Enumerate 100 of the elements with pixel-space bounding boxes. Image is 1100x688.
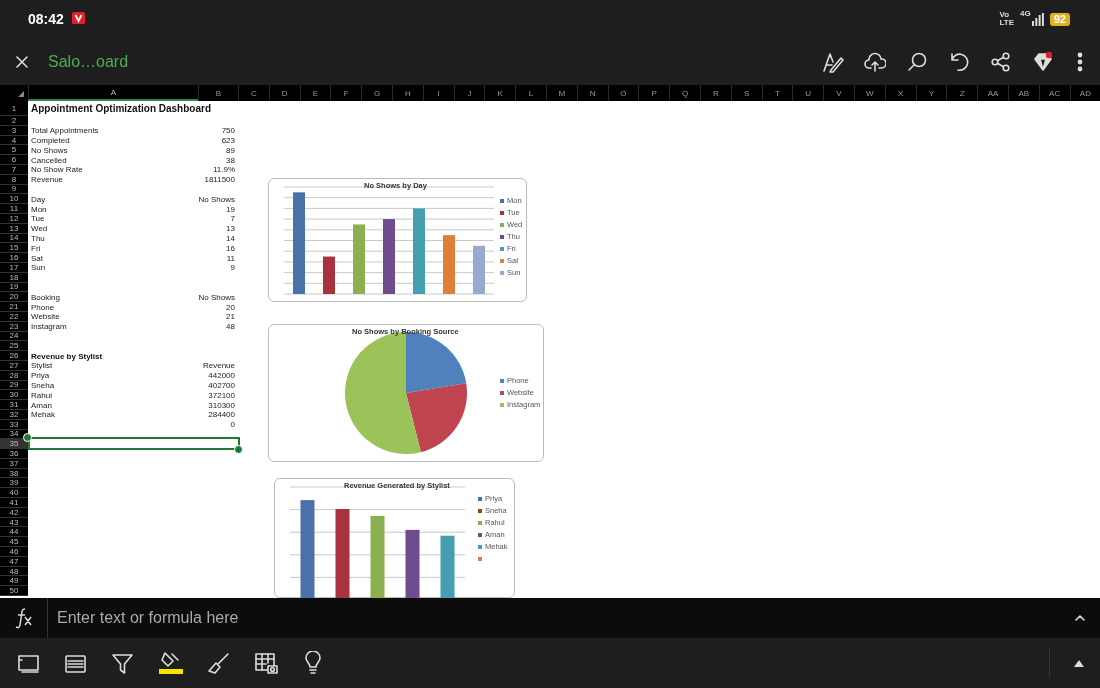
column-header[interactable]: R <box>699 85 731 101</box>
column-header[interactable]: AC <box>1038 85 1070 101</box>
row-header[interactable]: 2 <box>0 116 28 126</box>
column-header[interactable]: P <box>638 85 670 101</box>
cell-selection[interactable] <box>28 437 240 451</box>
table-cell: Phone <box>31 302 55 312</box>
column-header[interactable]: D <box>268 85 300 101</box>
table-cell: 14 <box>226 233 235 243</box>
row-header[interactable]: 37 <box>0 458 28 469</box>
row-header[interactable]: 23 <box>0 321 28 332</box>
column-header[interactable]: L <box>515 85 546 101</box>
row-header[interactable]: 26 <box>0 351 28 361</box>
column-header[interactable]: U <box>792 85 824 101</box>
column-header[interactable]: B <box>198 85 238 101</box>
row-header[interactable]: 49 <box>0 576 28 587</box>
column-header[interactable]: V <box>823 85 854 101</box>
row-header[interactable]: 18 <box>0 272 28 283</box>
row-header[interactable]: 22 <box>0 311 28 322</box>
column-header[interactable]: AA <box>977 85 1008 101</box>
column-header[interactable]: Z <box>946 85 978 101</box>
column-header[interactable]: F <box>330 85 362 101</box>
row-header[interactable]: 7 <box>0 165 28 175</box>
column-header[interactable]: A <box>28 85 198 101</box>
column-header[interactable]: W <box>853 85 885 101</box>
table-cell: 750 <box>221 126 235 136</box>
row-header[interactable]: 45 <box>0 537 28 548</box>
row-header[interactable]: 17 <box>0 262 28 273</box>
diamond-icon[interactable] <box>1032 50 1054 73</box>
pen-icon[interactable] <box>822 50 844 73</box>
row-header[interactable]: 30 <box>0 390 28 401</box>
column-header[interactable]: K <box>484 85 516 101</box>
row-header[interactable]: 44 <box>0 527 28 538</box>
row-header[interactable]: 50 <box>0 586 28 597</box>
select-all-icon[interactable] <box>18 91 24 97</box>
table-cell: Sat <box>31 253 43 263</box>
fill-color-icon[interactable] <box>158 651 183 675</box>
column-header[interactable]: N <box>576 85 608 101</box>
chart-bar <box>473 245 485 294</box>
row-header[interactable]: 39 <box>0 478 28 489</box>
row-header[interactable]: 6 <box>0 155 28 165</box>
column-header[interactable]: C <box>238 85 269 101</box>
column-header[interactable]: T <box>761 85 793 101</box>
row-header[interactable]: 41 <box>0 498 28 508</box>
expand-up-icon[interactable] <box>1074 659 1084 667</box>
column-header[interactable]: Q <box>669 85 700 101</box>
row-header[interactable]: 8 <box>0 174 28 185</box>
lightbulb-icon[interactable] <box>302 651 324 675</box>
column-header[interactable]: H <box>392 85 423 101</box>
table-cell: Instagram <box>31 322 67 332</box>
table-camera-icon[interactable] <box>254 651 278 675</box>
undo-icon[interactable] <box>948 50 970 73</box>
row-header[interactable]: 42 <box>0 507 28 518</box>
column-header[interactable]: AD <box>1069 85 1100 101</box>
row-header[interactable]: 12 <box>0 213 28 224</box>
row-header[interactable]: 3 <box>0 125 28 136</box>
column-header[interactable]: J <box>453 85 485 101</box>
table-cell: 13 <box>226 224 235 234</box>
column-header[interactable]: E <box>299 85 331 101</box>
cloud-upload-icon[interactable] <box>864 50 886 73</box>
row-header[interactable]: 10 <box>0 194 28 205</box>
row-header[interactable]: 16 <box>0 253 28 263</box>
filter-icon[interactable] <box>111 651 134 675</box>
column-header[interactable]: O <box>607 85 639 101</box>
table-cell: Priya <box>31 371 50 381</box>
share-icon[interactable] <box>990 50 1012 73</box>
row-header[interactable]: 20 <box>0 292 28 303</box>
search-icon[interactable] <box>906 50 928 73</box>
column-header[interactable]: I <box>422 85 454 101</box>
row-header[interactable]: 21 <box>0 302 28 312</box>
selection-handle[interactable] <box>234 445 243 455</box>
row-header[interactable]: 28 <box>0 370 28 381</box>
column-header[interactable]: G <box>361 85 392 101</box>
row-header[interactable]: 27 <box>0 360 28 371</box>
table-cell: 442000 <box>208 371 235 381</box>
chevron-up-icon[interactable] <box>1074 612 1086 624</box>
row-header[interactable]: 11 <box>0 204 28 214</box>
close-icon[interactable] <box>14 53 30 70</box>
row-header[interactable]: 15 <box>0 243 28 254</box>
row-header[interactable]: 33 <box>0 419 28 430</box>
row-header[interactable]: 25 <box>0 341 28 352</box>
column-header[interactable]: AB <box>1007 85 1039 101</box>
selection-handle[interactable] <box>23 433 32 443</box>
table-cell: Booking <box>31 292 60 302</box>
row-header[interactable]: 31 <box>0 400 28 410</box>
function-icon[interactable] <box>0 598 48 638</box>
row-header[interactable]: 40 <box>0 488 28 499</box>
row-header[interactable]: 47 <box>0 556 28 567</box>
document-title[interactable]: Salo…oard <box>48 52 129 71</box>
row-header[interactable]: 13 <box>0 223 28 234</box>
row-header[interactable]: 1 <box>0 101 28 116</box>
brush-icon[interactable] <box>207 651 230 675</box>
row-header[interactable]: 32 <box>0 409 28 420</box>
row-header[interactable]: 46 <box>0 547 28 557</box>
column-header[interactable]: S <box>730 85 762 101</box>
column-header[interactable]: M <box>545 85 577 101</box>
column-header[interactable]: Y <box>915 85 947 101</box>
row-header[interactable]: 5 <box>0 145 28 156</box>
row-header[interactable]: 36 <box>0 449 28 459</box>
column-header[interactable]: X <box>884 85 916 101</box>
formula-input[interactable]: Enter text or formula here <box>48 598 1100 638</box>
